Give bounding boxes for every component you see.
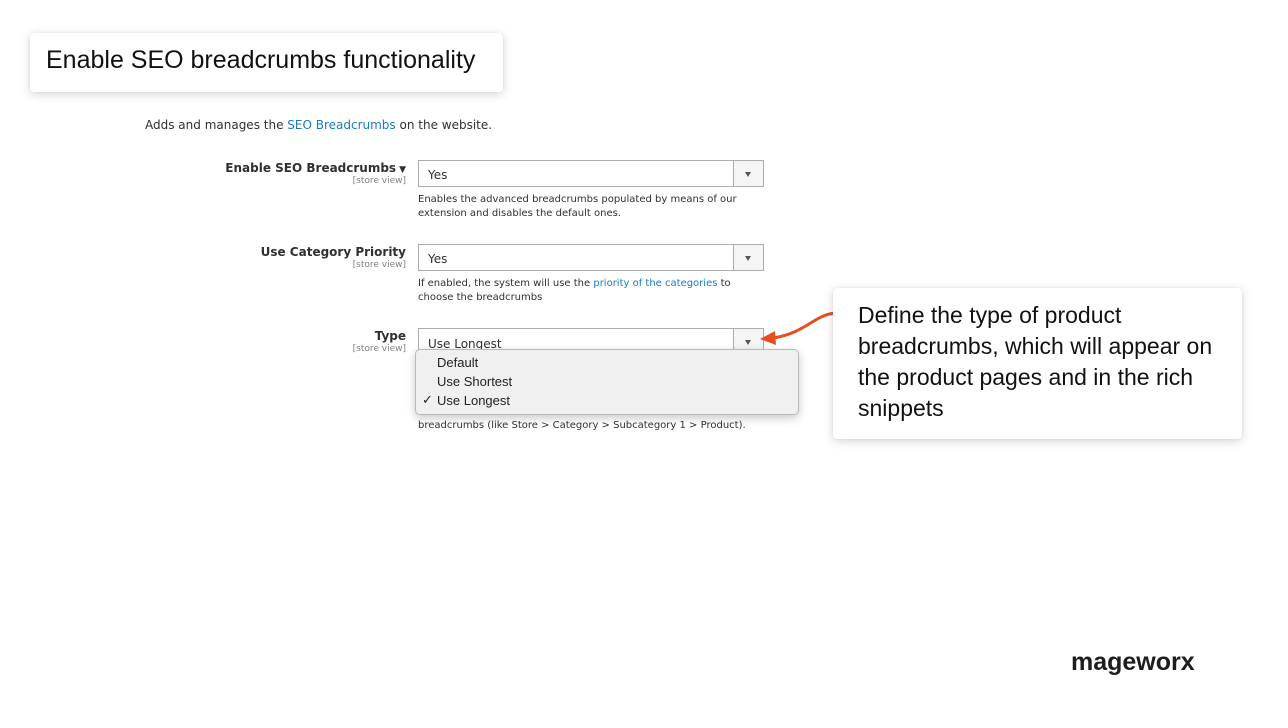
chevron-down-icon: ▼ [399, 165, 406, 175]
callout-text: Define the type of product breadcrumbs, … [858, 302, 1213, 421]
type-option-use-shortest[interactable]: Use Shortest [437, 374, 512, 389]
type-note: breadcrumbs (like Store > Category > Sub… [418, 420, 746, 431]
select-toggle[interactable] [733, 161, 763, 186]
use-category-priority-select[interactable]: Yes [418, 244, 764, 271]
enable-seo-breadcrumbs-select[interactable]: Yes [418, 160, 764, 187]
type-scope: [store view] [352, 344, 406, 354]
caret-down-icon [745, 340, 751, 345]
page-title: Enable SEO breadcrumbs functionality [46, 46, 476, 74]
mageworx-logo: mageworx [1071, 648, 1195, 676]
note-prefix: If enabled, the system will use the [418, 278, 594, 289]
title-card: Enable SEO breadcrumbs functionality [30, 33, 503, 92]
enable-seo-breadcrumbs-label-text: Enable SEO Breadcrumbs [225, 161, 397, 175]
intro-suffix: on the website. [395, 118, 493, 132]
enable-seo-breadcrumbs-label[interactable]: Enable SEO Breadcrumbs ▼ [146, 161, 406, 175]
callout-card: Define the type of product breadcrumbs, … [833, 288, 1242, 439]
use-category-priority-value: Yes [428, 252, 448, 266]
caret-down-icon [745, 256, 751, 261]
enable-seo-breadcrumbs-value: Yes [428, 168, 448, 182]
type-label: Type [374, 329, 406, 343]
type-dropdown-menu: Default Use Shortest ✓ Use Longest [415, 349, 799, 415]
use-category-priority-note: If enabled, the system will use the prio… [418, 277, 768, 305]
seo-breadcrumbs-link[interactable]: SEO Breadcrumbs [287, 118, 395, 132]
use-category-priority-label: Use Category Priority [260, 245, 406, 259]
intro-prefix: Adds and manages the [145, 118, 288, 132]
priority-of-categories-link[interactable]: priority of the categories [593, 278, 717, 289]
select-toggle[interactable] [733, 245, 763, 270]
type-option-default[interactable]: Default [437, 355, 478, 370]
checkmark-icon: ✓ [422, 393, 433, 408]
section-intro: Adds and manages the SEO Breadcrumbs on … [145, 118, 492, 132]
caret-down-icon [745, 172, 751, 177]
enable-seo-breadcrumbs-scope: [store view] [352, 176, 406, 186]
callout-arrow-icon [760, 311, 840, 345]
enable-seo-breadcrumbs-note: Enables the advanced breadcrumbs populat… [418, 194, 737, 219]
type-option-use-longest[interactable]: Use Longest [437, 393, 510, 408]
use-category-priority-scope: [store view] [352, 260, 406, 270]
